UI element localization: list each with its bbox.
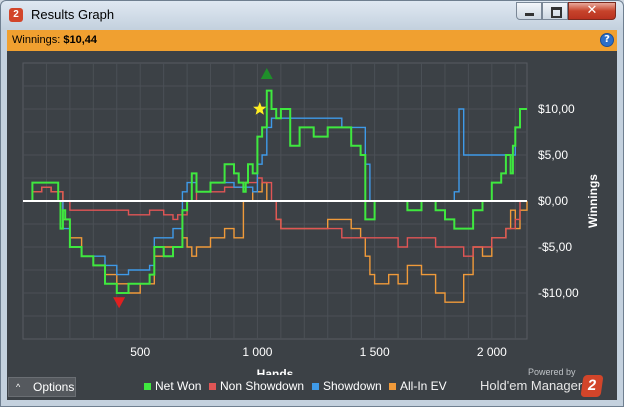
legend-swatch bbox=[144, 383, 151, 390]
powered-by-label: Powered by bbox=[528, 367, 576, 377]
x-axis-label: Hands bbox=[257, 367, 294, 375]
winnings-summary: Winnings: $10,44 bbox=[12, 34, 97, 46]
legend-swatch bbox=[389, 383, 396, 390]
caret-up-icon: ^ bbox=[16, 382, 21, 392]
x-tick-label: 2 000 bbox=[477, 345, 507, 359]
y-tick-label: -$5,00 bbox=[538, 240, 572, 254]
graph-panel: Winnings: $10,44 ? 500 1 000 1 500 2 000 $10… bbox=[7, 30, 617, 400]
footer-bar: ^ Options Net Won Non Showdown Showdown … bbox=[7, 367, 617, 400]
y-tick-label: -$10,00 bbox=[538, 286, 579, 300]
x-tick-label: 500 bbox=[130, 345, 150, 359]
y-tick-label: $10,00 bbox=[538, 102, 575, 116]
y-tick-label: $0,00 bbox=[538, 194, 568, 208]
options-label: Options bbox=[33, 380, 75, 394]
brand-logo-icon: 2 bbox=[580, 375, 604, 397]
maximize-button[interactable] bbox=[542, 2, 568, 20]
results-chart: 500 1 000 1 500 2 000 $10,00 $5,00 $0,00 -$5,00… bbox=[22, 62, 600, 375]
legend-label: Net Won bbox=[155, 379, 202, 393]
help-icon[interactable]: ? bbox=[600, 33, 614, 47]
y-axis-label: Winnings bbox=[586, 174, 600, 228]
title-bar[interactable]: 2 Results Graph ✕ bbox=[1, 1, 623, 29]
x-tick-label: 1 500 bbox=[360, 345, 390, 359]
options-button[interactable]: ^ Options bbox=[8, 377, 76, 397]
legend-label: All-In EV bbox=[400, 379, 447, 393]
legend-label: Non Showdown bbox=[220, 379, 305, 393]
window-title: Results Graph bbox=[31, 7, 115, 22]
legend-swatch bbox=[209, 383, 216, 390]
legend-swatch bbox=[312, 383, 319, 390]
winnings-label: Winnings: bbox=[12, 34, 61, 46]
close-button[interactable]: ✕ bbox=[568, 2, 616, 20]
y-tick-label: $5,00 bbox=[538, 148, 568, 162]
app-logo-icon: 2 bbox=[9, 8, 23, 22]
close-icon: ✕ bbox=[586, 3, 598, 18]
brand-name: Hold'em Manager bbox=[480, 378, 583, 393]
winnings-value: $10,44 bbox=[63, 34, 98, 46]
x-tick-label: 1 000 bbox=[242, 345, 272, 359]
results-graph-window: 2 Results Graph ✕ Winnings: $10,44 ? 500… bbox=[0, 0, 624, 407]
winnings-bar: Winnings: $10,44 ? bbox=[7, 30, 617, 51]
minimize-button[interactable] bbox=[516, 2, 542, 20]
legend-label: Showdown bbox=[323, 379, 382, 393]
